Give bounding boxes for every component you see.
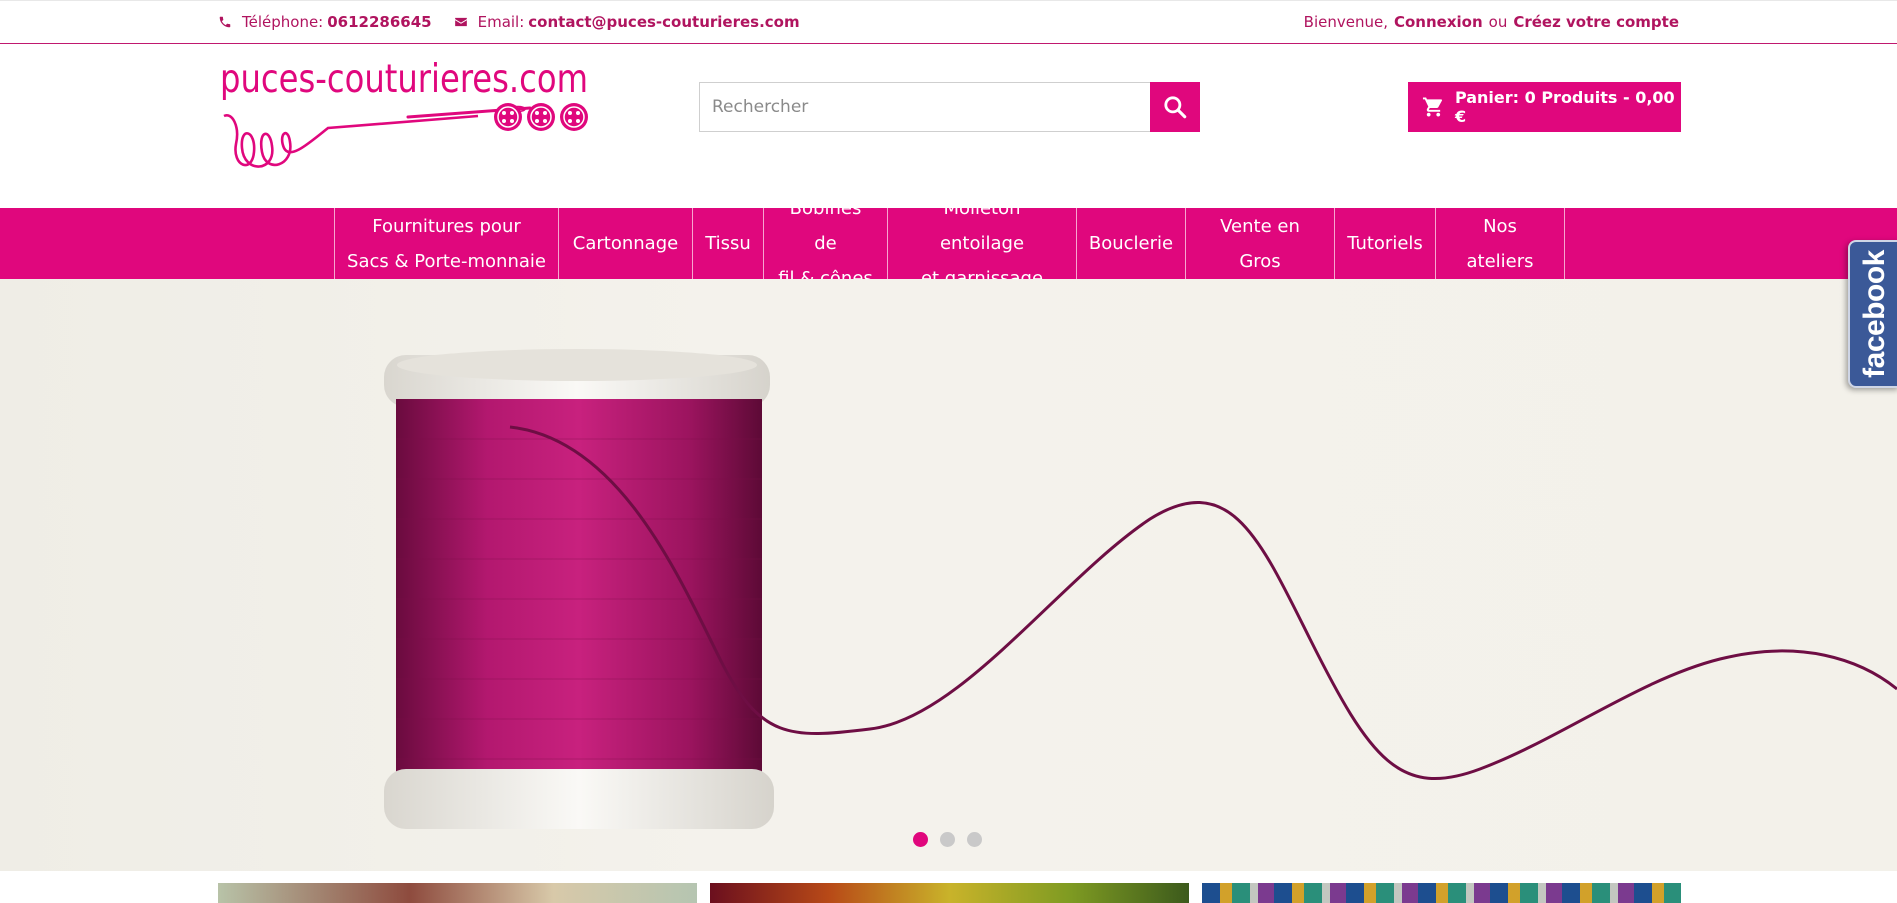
phone-number[interactable]: 0612286645	[327, 13, 431, 31]
search-icon	[1164, 96, 1187, 119]
category-thumb-3[interactable]	[1202, 883, 1681, 903]
account-links: Bienvenue, Connexion ou Créez votre comp…	[1304, 13, 1679, 31]
nav-label-line1: Bobines de	[789, 198, 862, 254]
logo-image: puces-couturieres.com	[220, 57, 588, 168]
top-bar: Téléphone: 0612286645 Email: contact@puc…	[0, 0, 1897, 44]
cart-button[interactable]: Panier: 0 Produits - 0,00 €	[1408, 82, 1681, 132]
nav-item-cartonnage[interactable]: Cartonnage	[559, 208, 693, 279]
nav-label: Vente en Gros	[1220, 215, 1300, 272]
hero-slider[interactable]	[0, 279, 1897, 871]
envelope-icon	[454, 17, 467, 27]
slider-dot-2[interactable]	[940, 832, 955, 847]
nav-item-tissu[interactable]: Tissu	[693, 208, 764, 279]
main-nav: Fournitures pour Sacs & Porte-monnaie Car…	[0, 198, 1897, 289]
register-link[interactable]: Créez votre compte	[1513, 13, 1679, 31]
slider-pagination	[913, 832, 994, 847]
nav-label-line2: Sacs & Porte-monnaie	[347, 250, 546, 272]
facebook-tab[interactable]: facebook	[1848, 240, 1897, 388]
or-text: ou	[1488, 13, 1508, 31]
svg-text:puces-couturieres.com: puces-couturieres.com	[220, 57, 588, 102]
cart-label: Panier: 0 Produits - 0,00 €	[1454, 88, 1675, 126]
site-logo[interactable]: puces-couturieres.com	[218, 56, 592, 182]
nav-item-bobines[interactable]: Bobines defil & cônes	[764, 198, 888, 289]
category-thumbnails	[218, 883, 1681, 903]
email-link[interactable]: contact@puces-couturieres.com	[528, 13, 799, 31]
search-bar	[699, 82, 1200, 132]
nav-label: Tissu	[705, 233, 751, 254]
category-thumb-2[interactable]	[710, 883, 1189, 903]
nav-label: Cartonnage	[572, 233, 679, 254]
nav-item-fournitures[interactable]: Fournitures pour Sacs & Porte-monnaie	[335, 208, 559, 279]
email-label: Email:	[477, 13, 525, 31]
phone-label: Téléphone:	[242, 13, 324, 31]
nav-label-line1: Molleton entoilage	[939, 198, 1025, 254]
nav-label: Bouclerie	[1088, 233, 1174, 254]
nav-item-vente-en-gros[interactable]: Vente en Gros	[1186, 208, 1335, 279]
cart-icon	[1422, 97, 1443, 117]
nav-label-line1: Fournitures pour	[372, 215, 521, 237]
nav-label: Nos ateliers	[1466, 215, 1534, 272]
hero-image-thread-spool	[384, 349, 1897, 829]
nav-label: Tutoriels	[1347, 233, 1423, 254]
slider-dot-3[interactable]	[967, 832, 982, 847]
nav-item-tutoriels[interactable]: Tutoriels	[1335, 208, 1436, 279]
email-contact[interactable]: Email: contact@puces-couturieres.com	[454, 13, 800, 31]
welcome-text: Bienvenue,	[1303, 13, 1388, 31]
slider-dot-1[interactable]	[913, 832, 928, 847]
search-button[interactable]	[1150, 82, 1200, 132]
search-input[interactable]	[699, 82, 1150, 132]
facebook-label: facebook	[1858, 250, 1891, 378]
nav-item-bouclerie[interactable]: Bouclerie	[1077, 208, 1186, 279]
category-thumb-1[interactable]	[218, 883, 697, 903]
nav-item-molleton[interactable]: Molleton entoilageet garnissage	[888, 198, 1077, 289]
contact-info: Téléphone: 0612286645 Email: contact@puc…	[218, 13, 822, 31]
phone-icon	[219, 16, 231, 28]
nav-item-nos-ateliers[interactable]: Nos ateliers	[1436, 208, 1565, 279]
phone-contact[interactable]: Téléphone: 0612286645	[218, 13, 432, 31]
login-link[interactable]: Connexion	[1394, 13, 1483, 31]
